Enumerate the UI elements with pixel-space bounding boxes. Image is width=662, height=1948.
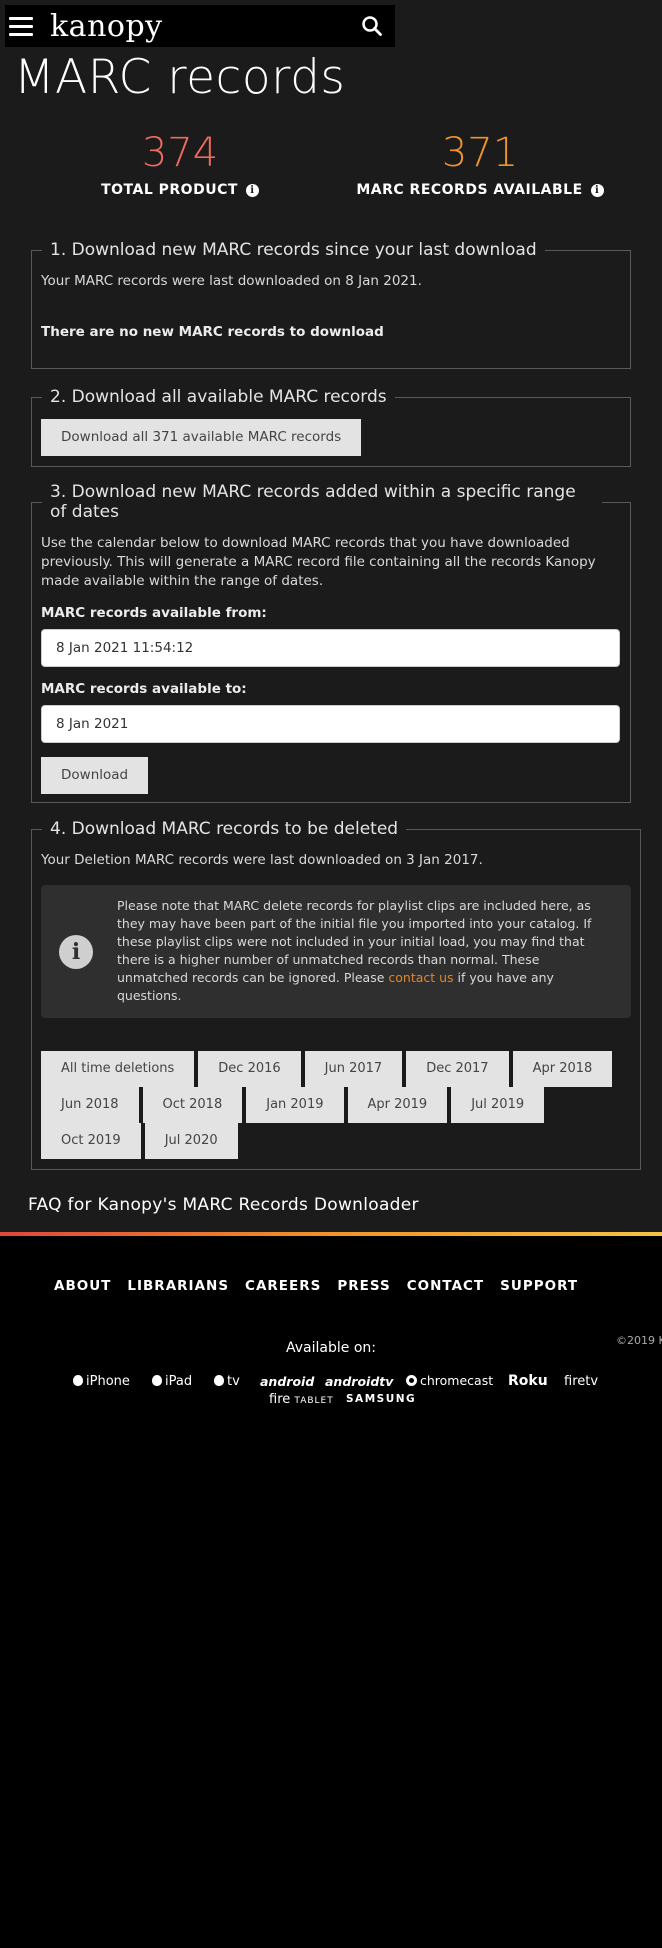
section-2-legend: 2. Download all available MARC records <box>50 387 387 407</box>
fire-tablet-tablet-label: TABLET <box>294 1396 334 1406</box>
footer-link-about[interactable]: ABOUT <box>54 1278 111 1294</box>
platform-ipad[interactable]: iPad <box>152 1374 192 1389</box>
footer-link-librarians[interactable]: LIBRARIANS <box>127 1278 229 1294</box>
apple-icon <box>73 1375 83 1386</box>
apple-icon <box>152 1375 162 1386</box>
platform-roku[interactable]: Roku <box>508 1373 548 1389</box>
total-product-label-text: TOTAL PRODUCT <box>101 182 238 198</box>
section-4-legend: 4. Download MARC records to be deleted <box>50 819 399 839</box>
platform-iphone[interactable]: iPhone <box>73 1374 130 1389</box>
platform-samsung[interactable]: SAMSUNG <box>346 1393 416 1405</box>
footer-link-contact[interactable]: CONTACT <box>407 1278 484 1294</box>
platform-fire-tv[interactable]: firetv <box>564 1374 598 1389</box>
platform-android[interactable]: android <box>260 1374 314 1389</box>
info-circle-icon: i <box>59 935 93 969</box>
deletions-apr-2019-button[interactable]: Apr 2019 <box>347 1087 448 1123</box>
section-download-all: 2. Download all available MARC records D… <box>31 387 631 467</box>
marc-records-available-count: 371 <box>441 130 519 176</box>
platform-chromecast-label: chromecast <box>420 1373 494 1388</box>
deletions-dec-2017-button[interactable]: Dec 2017 <box>406 1051 509 1087</box>
deletions-oct-2018-button[interactable]: Oct 2018 <box>142 1087 243 1123</box>
platform-ipad-label: iPad <box>165 1374 193 1389</box>
faq-link[interactable]: FAQ for Kanopy's MARC Records Downloader <box>28 1195 419 1215</box>
notice-text: Please note that MARC delete records for… <box>117 897 602 1005</box>
contact-us-link[interactable]: contact us <box>388 970 453 985</box>
info-icon[interactable]: i <box>245 183 259 197</box>
no-new-records-text: There are no new MARC records to downloa… <box>41 324 384 340</box>
total-product-count: 374 <box>141 130 219 176</box>
footer-link-press[interactable]: PRESS <box>337 1278 390 1294</box>
total-product-label: TOTAL PRODUCT i <box>101 182 259 198</box>
footer: ABOUT LIBRARIANS CAREERS PRESS CONTACT S… <box>0 1232 662 1948</box>
apple-icon <box>214 1375 224 1386</box>
total-product-stat: 374 TOTAL PRODUCT i <box>30 130 330 198</box>
date-range-description: Use the calendar below to download MARC … <box>41 535 596 589</box>
deletions-apr-2018-button[interactable]: Apr 2018 <box>512 1051 613 1087</box>
marc-records-available-label-text: MARC RECORDS AVAILABLE <box>356 182 583 198</box>
deletion-period-buttons: All time deletions Dec 2016 Jun 2017 Dec… <box>41 1051 631 1159</box>
chromecast-icon <box>406 1375 417 1386</box>
deletions-jul-2020-button[interactable]: Jul 2020 <box>144 1123 238 1159</box>
info-icon[interactable]: i <box>590 183 604 197</box>
deletions-jan-2019-button[interactable]: Jan 2019 <box>246 1087 344 1123</box>
deletions-jul-2019-button[interactable]: Jul 2019 <box>451 1087 545 1123</box>
from-date-field[interactable] <box>41 629 620 667</box>
to-date-field[interactable] <box>41 705 620 743</box>
download-range-button[interactable]: Download <box>41 757 149 794</box>
page-title: MARC records <box>14 50 346 105</box>
section-1-legend: 1. Download new MARC records since your … <box>50 240 537 260</box>
search-icon[interactable] <box>361 15 383 37</box>
kanopy-logo[interactable]: kanopy <box>50 9 163 44</box>
section-3-legend: 3. Download new MARC records added withi… <box>50 482 576 522</box>
section-deleted-records: 4. Download MARC records to be deleted Y… <box>31 819 641 1170</box>
top-bar: kanopy <box>5 5 395 47</box>
fire-tablet-fire-label: fire <box>269 1392 291 1407</box>
deletions-all-time-button[interactable]: All time deletions <box>41 1051 195 1087</box>
to-date-label: MARC records available to: <box>41 681 247 697</box>
footer-nav: ABOUT LIBRARIANS CAREERS PRESS CONTACT S… <box>54 1278 578 1294</box>
section-new-since-last-download: 1. Download new MARC records since your … <box>31 240 631 369</box>
section-date-range: 3. Download new MARC records added withi… <box>31 482 631 803</box>
deletions-jun-2017-button[interactable]: Jun 2017 <box>304 1051 403 1087</box>
footer-stripe <box>0 1232 662 1236</box>
platform-android-tv[interactable]: androidtv <box>325 1374 393 1389</box>
playlist-notice: i Please note that MARC delete records f… <box>41 885 631 1018</box>
platform-apple-tv[interactable]: tv <box>214 1374 240 1389</box>
platform-fire-tablet[interactable]: fire TABLET <box>269 1392 334 1407</box>
footer-link-support[interactable]: SUPPORT <box>500 1278 578 1294</box>
marc-records-available-stat: 371 MARC RECORDS AVAILABLE i <box>330 130 630 198</box>
deletions-dec-2016-button[interactable]: Dec 2016 <box>198 1051 301 1087</box>
platform-apple-tv-label: tv <box>227 1374 240 1389</box>
last-download-text: Your MARC records were last downloaded o… <box>41 273 422 289</box>
hamburger-menu-icon[interactable] <box>9 17 33 37</box>
deletions-jun-2018-button[interactable]: Jun 2018 <box>41 1087 139 1123</box>
deletions-oct-2019-button[interactable]: Oct 2019 <box>41 1123 141 1159</box>
available-on-label: Available on: <box>286 1340 376 1356</box>
footer-link-careers[interactable]: CAREERS <box>245 1278 321 1294</box>
platform-chromecast[interactable]: chromecast <box>406 1373 493 1388</box>
deletion-last-download-text: Your Deletion MARC records were last dow… <box>41 852 483 868</box>
platform-iphone-label: iPhone <box>86 1374 130 1389</box>
marc-records-available-label: MARC RECORDS AVAILABLE i <box>356 182 604 198</box>
from-date-label: MARC records available from: <box>41 605 267 621</box>
download-all-button[interactable]: Download all 371 available MARC records <box>41 419 362 456</box>
